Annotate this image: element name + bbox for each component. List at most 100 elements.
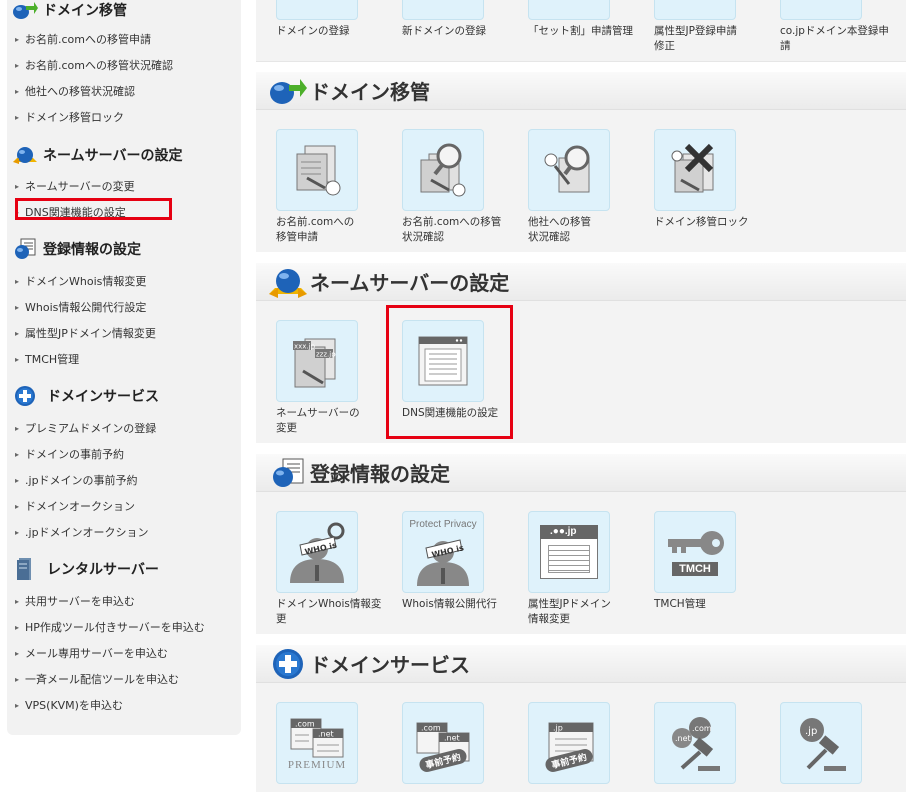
sidebar-item-domain-auction[interactable]: ドメインオークション: [15, 499, 135, 515]
svg-text:.net: .net: [675, 734, 691, 743]
tile-domain-auction[interactable]: .com .net: [654, 702, 774, 784]
sidebar-item-domain-preorder[interactable]: ドメインの事前予約: [15, 447, 124, 463]
tile-jp-preorder[interactable]: .jp 事前予約: [528, 702, 648, 784]
tile-icon-box: TMCH: [654, 511, 736, 593]
svg-text:.com: .com: [295, 720, 315, 729]
whois-change-icon: WHO is: [290, 522, 345, 583]
tile-whois-privacy[interactable]: Protect Privacy WHO is Whois情報公開代行: [402, 511, 522, 612]
section-header: ドメイン移管: [256, 72, 906, 110]
sidebar-item-jp-auction[interactable]: .jpドメインオークション: [15, 525, 149, 541]
tile-icon-box: [528, 129, 610, 211]
sidebar-item-shared-server[interactable]: 共用サーバーを申込む: [15, 594, 135, 610]
tile-set-discount[interactable]: 「セット割」申請管理: [528, 0, 648, 39]
panel-nameserver: ネームサーバーの設定 xxx.jp zzz.jp ネームサーバーの 変更 DNS関…: [256, 263, 906, 443]
tile-icon-box: [402, 129, 484, 211]
tile-icon-box: [276, 0, 358, 20]
registration-info-icon: [268, 456, 308, 490]
sidebar-item-premium-domain[interactable]: プレミアムドメインの登録: [15, 421, 156, 437]
sidebar-group-title: レンタルサーバー: [7, 554, 241, 584]
sidebar-group-title: ネームサーバーの設定: [7, 140, 241, 170]
sidebar-item-transfer-apply[interactable]: お名前.comへの移管申請: [15, 32, 151, 48]
sidebar-item-whois-privacy[interactable]: Whois情報公開代行設定: [15, 300, 146, 316]
tile-domain-register[interactable]: ドメインの登録: [276, 0, 396, 39]
tile-cojp-register[interactable]: co.jpドメイン本登録申 請: [780, 0, 900, 54]
plus-circle-icon: [268, 647, 308, 681]
sidebar-group-title: ドメインサービス: [7, 381, 241, 411]
tile-transfer-out-status[interactable]: 他社への移管 状況確認: [528, 129, 648, 245]
tile-icon-box: [276, 129, 358, 211]
tile-whois-change[interactable]: WHO is ドメインWhois情報変 更: [276, 511, 396, 627]
section-header: 登録情報の設定: [256, 454, 906, 492]
transfer-lock-icon: [671, 143, 714, 193]
svg-text:.com: .com: [692, 724, 712, 733]
registration-info-icon: [11, 237, 39, 261]
tile-icon-box: .●●.jp: [528, 511, 610, 593]
tile-jp-domain-info[interactable]: .●●.jp 属性型JPドメイン 情報変更: [528, 511, 648, 627]
tile-icon-box: .jp: [780, 702, 862, 784]
sidebar-item-jp-domain-info[interactable]: 属性型JPドメイン情報変更: [15, 326, 156, 342]
sidebar-item-transfer-out-status[interactable]: 他社への移管状況確認: [15, 84, 135, 100]
tile-icon-box: [654, 129, 736, 211]
sidebar-item-jp-preorder[interactable]: .jpドメインの事前予約: [15, 473, 138, 489]
sidebar-item-bulk-mail[interactable]: 一斉メール配信ツールを申込む: [15, 672, 179, 688]
plus-circle-icon: [11, 384, 39, 408]
panel-registration-info: 登録情報の設定 WHO is ドメインWhois情報変 更 Protect Pr…: [256, 454, 906, 634]
svg-text:zzz.jp: zzz.jp: [316, 351, 336, 359]
sidebar-item-nameserver-change[interactable]: ネームサーバーの変更: [15, 179, 135, 195]
nameserver-change-icon: xxx.jpzzz.jp: [293, 338, 336, 388]
sidebar: ドメイン移管 お名前.comへの移管申請 お名前.comへの移管状況確認 他社へ…: [7, 0, 241, 735]
premium-badge: PREMIUM: [287, 759, 347, 771]
server-icon: [11, 557, 39, 581]
tile-icon-box: WHO is: [276, 511, 358, 593]
section-header: ドメインサービス: [256, 645, 906, 683]
auction-icon: .com.net: [672, 717, 720, 771]
tile-premium-domain[interactable]: .com .net PREMIUM: [276, 702, 396, 784]
svg-text:.net: .net: [444, 733, 460, 742]
jp-auction-icon: .jp: [800, 718, 846, 771]
svg-text:.net: .net: [318, 730, 334, 739]
sidebar-item-whois-change[interactable]: ドメインWhois情報変更: [15, 274, 146, 290]
section-header: ネームサーバーの設定: [256, 263, 906, 301]
sidebar-item-hp-server[interactable]: HP作成ツール付きサーバーを申込む: [15, 620, 205, 636]
tile-icon-box: .com .net PREMIUM: [276, 702, 358, 784]
tile-nameserver-change[interactable]: xxx.jp zzz.jp ネームサーバーの 変更: [276, 320, 396, 436]
svg-text:.jp: .jp: [805, 726, 817, 737]
domain-transfer-icon: [11, 0, 39, 22]
tile-transfer-status[interactable]: お名前.comへの移管 状況確認: [402, 129, 522, 245]
tile-icon-box: [402, 0, 484, 20]
tile-icon-box: .jp 事前予約: [528, 702, 610, 784]
svg-text:xxx.jp: xxx.jp: [294, 343, 316, 351]
sidebar-group-title: 登録情報の設定: [7, 234, 241, 264]
tile-tmch[interactable]: TMCH TMCH管理: [654, 511, 774, 612]
sidebar-item-vps[interactable]: VPS(KVM)を申込む: [15, 698, 123, 714]
panel-domain-service: ドメインサービス .com .net PREMIUM .com .net 事前予約 …: [256, 645, 906, 792]
tile-icon-box: xxx.jp zzz.jp: [276, 320, 358, 402]
tile-icon-box: .com .net 事前予約: [402, 702, 484, 784]
tile-jp-auction[interactable]: .jp: [780, 702, 900, 784]
protect-privacy-badge: Protect Privacy: [409, 518, 477, 530]
tile-transfer-apply[interactable]: お名前.comへの 移管申請: [276, 129, 396, 245]
sidebar-item-transfer-status[interactable]: お名前.comへの移管状況確認: [15, 58, 173, 74]
svg-text:.jp: .jp: [553, 723, 563, 732]
svg-text:.com: .com: [421, 723, 441, 732]
tmch-key-icon: [668, 531, 724, 555]
panel-domain-registration: ドメインの登録 新ドメインの登録 「セット割」申請管理 属性型JP登録申請 修正…: [256, 0, 906, 62]
tile-transfer-lock[interactable]: ドメイン移管ロック: [654, 129, 774, 230]
domain-transfer-icon: [268, 74, 308, 108]
tile-icon-box: [654, 0, 736, 20]
tile-domain-preorder[interactable]: .com .net 事前予約: [402, 702, 522, 784]
tile-new-domain-register[interactable]: 新ドメインの登録: [402, 0, 522, 39]
tile-icon-box: [528, 0, 610, 20]
jp-domain-info-icon: .●●.jp: [538, 523, 600, 581]
tile-jp-register-fix[interactable]: 属性型JP登録申請 修正: [654, 0, 774, 54]
nameserver-icon: [268, 265, 308, 299]
transfer-apply-icon: [296, 145, 341, 196]
sidebar-item-transfer-lock[interactable]: ドメイン移管ロック: [15, 110, 124, 126]
highlight-box-dns-sidebar: [15, 198, 172, 220]
sidebar-item-tmch[interactable]: TMCH管理: [15, 352, 79, 368]
sidebar-group-title: ドメイン移管: [7, 0, 241, 25]
sidebar-item-mail-server[interactable]: メール専用サーバーを申込む: [15, 646, 168, 662]
nameserver-icon: [11, 143, 39, 167]
tile-icon-box: [780, 0, 862, 20]
tmch-badge: TMCH: [672, 562, 718, 576]
